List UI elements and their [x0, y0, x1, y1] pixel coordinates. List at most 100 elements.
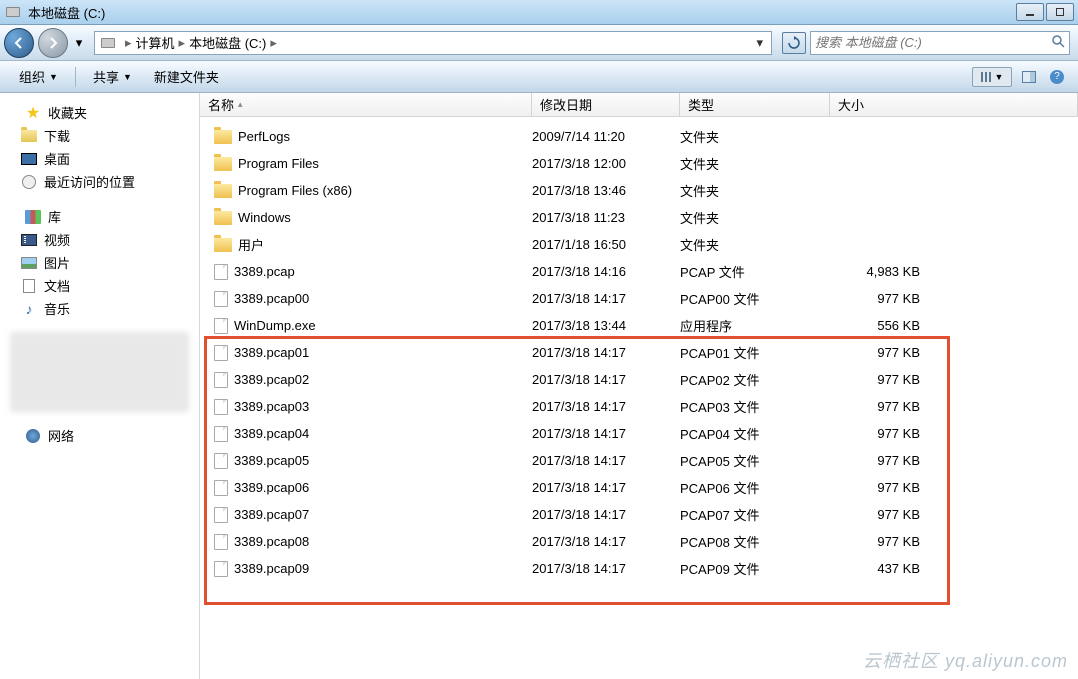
file-row[interactable]: 3389.pcap032017/3/18 14:17PCAP03 文件977 K…: [200, 393, 1078, 420]
file-row[interactable]: 用户2017/1/18 16:50文件夹: [200, 231, 1078, 258]
file-type: PCAP05 文件: [680, 451, 830, 470]
sidebar-item-desktop[interactable]: 桌面: [0, 147, 199, 170]
file-icon: [214, 291, 228, 307]
view-options[interactable]: ▼: [972, 67, 1012, 87]
blurred-content: [10, 332, 189, 412]
search-input[interactable]: [815, 35, 1051, 50]
file-type: 文件夹: [680, 208, 830, 227]
file-name: Program Files: [238, 156, 319, 171]
file-icon: [214, 507, 228, 523]
column-header-type[interactable]: 类型: [680, 93, 830, 116]
file-size: 977 KB: [830, 426, 940, 441]
sidebar-network-header[interactable]: 网络: [0, 424, 199, 447]
file-row[interactable]: 3389.pcap062017/3/18 14:17PCAP06 文件977 K…: [200, 474, 1078, 501]
file-icon: [214, 561, 228, 577]
file-type: 文件夹: [680, 235, 830, 254]
file-icon: [214, 534, 228, 550]
chevron-right-icon[interactable]: ▸: [123, 35, 134, 51]
sidebar-item-label: 文档: [44, 276, 70, 295]
sidebar-item-label: 视频: [44, 230, 70, 249]
organize-button[interactable]: 组织 ▼: [10, 63, 67, 90]
file-row[interactable]: 3389.pcap2017/3/18 14:16PCAP 文件4,983 KB: [200, 258, 1078, 285]
file-row[interactable]: 3389.pcap082017/3/18 14:17PCAP08 文件977 K…: [200, 528, 1078, 555]
file-date: 2017/3/18 14:17: [532, 480, 680, 495]
chevron-down-icon: ▼: [123, 72, 132, 82]
file-date: 2017/3/18 13:44: [532, 318, 680, 333]
column-header-name[interactable]: 名称 ▴: [200, 93, 532, 116]
file-row[interactable]: Program Files (x86)2017/3/18 13:46文件夹: [200, 177, 1078, 204]
command-toolbar: 组织 ▼ 共享 ▼ 新建文件夹 ▼ ?: [0, 61, 1078, 93]
sidebar-libraries-header[interactable]: 库: [0, 205, 199, 228]
file-row[interactable]: 3389.pcap072017/3/18 14:17PCAP07 文件977 K…: [200, 501, 1078, 528]
file-icon: [214, 453, 228, 469]
sidebar-item-downloads[interactable]: 下载: [0, 124, 199, 147]
breadcrumb-drive[interactable]: 本地磁盘 (C:): [189, 33, 266, 52]
column-header-date[interactable]: 修改日期: [532, 93, 680, 116]
search-icon: [1051, 34, 1065, 51]
file-name: 3389.pcap01: [234, 345, 309, 360]
sidebar-item-music[interactable]: ♪ 音乐: [0, 297, 199, 320]
file-row[interactable]: 3389.pcap052017/3/18 14:17PCAP05 文件977 K…: [200, 447, 1078, 474]
file-row[interactable]: Program Files2017/3/18 12:00文件夹: [200, 150, 1078, 177]
file-date: 2017/3/18 14:17: [532, 534, 680, 549]
address-bar[interactable]: ▸ 计算机 ▸ 本地磁盘 (C:) ▸ ▾: [94, 31, 772, 55]
file-row[interactable]: WinDump.exe2017/3/18 13:44应用程序556 KB: [200, 312, 1078, 339]
file-icon: [214, 264, 228, 280]
minimize-button[interactable]: [1016, 3, 1044, 21]
chevron-right-icon[interactable]: ▸: [268, 35, 279, 51]
refresh-button[interactable]: [782, 32, 806, 54]
file-row[interactable]: 3389.pcap002017/3/18 14:17PCAP00 文件977 K…: [200, 285, 1078, 312]
chevron-right-icon[interactable]: ▸: [177, 35, 188, 51]
file-row[interactable]: 3389.pcap092017/3/18 14:17PCAP09 文件437 K…: [200, 555, 1078, 582]
help-button[interactable]: ?: [1046, 67, 1068, 87]
file-size: 556 KB: [830, 318, 940, 333]
search-box[interactable]: [810, 31, 1070, 55]
file-row[interactable]: 3389.pcap042017/3/18 14:17PCAP04 文件977 K…: [200, 420, 1078, 447]
file-date: 2017/3/18 12:00: [532, 156, 680, 171]
file-row[interactable]: Windows2017/3/18 11:23文件夹: [200, 204, 1078, 231]
file-size: 977 KB: [830, 372, 940, 387]
libraries-label: 库: [48, 207, 61, 226]
maximize-button[interactable]: [1046, 3, 1074, 21]
preview-pane-button[interactable]: [1018, 67, 1040, 87]
sidebar-favorites-header[interactable]: ★ 收藏夹: [0, 101, 199, 124]
navigation-pane: ★ 收藏夹 下载 桌面 最近访问的位置 库: [0, 93, 200, 679]
folder-icon: [214, 211, 232, 225]
file-type: PCAP00 文件: [680, 289, 830, 308]
column-header-size[interactable]: 大小: [830, 93, 1078, 116]
sidebar-item-label: 桌面: [44, 149, 70, 168]
share-button[interactable]: 共享 ▼: [84, 63, 141, 90]
history-dropdown[interactable]: ▾: [72, 28, 86, 58]
sidebar-item-pictures[interactable]: 图片: [0, 251, 199, 274]
file-type: 文件夹: [680, 127, 830, 146]
file-date: 2017/3/18 14:17: [532, 507, 680, 522]
sidebar-item-documents[interactable]: 文档: [0, 274, 199, 297]
newfolder-button[interactable]: 新建文件夹: [145, 63, 228, 90]
file-name: 3389.pcap07: [234, 507, 309, 522]
back-button[interactable]: [4, 28, 34, 58]
file-date: 2017/3/18 14:16: [532, 264, 680, 279]
file-date: 2009/7/14 11:20: [532, 129, 680, 144]
file-name: 3389.pcap06: [234, 480, 309, 495]
folder-icon: [214, 130, 232, 144]
star-icon: ★: [24, 105, 42, 121]
forward-button[interactable]: [38, 28, 68, 58]
file-row[interactable]: PerfLogs2009/7/14 11:20文件夹: [200, 123, 1078, 150]
file-row[interactable]: 3389.pcap012017/3/18 14:17PCAP01 文件977 K…: [200, 339, 1078, 366]
drive-icon: [4, 4, 22, 20]
file-type: PCAP03 文件: [680, 397, 830, 416]
file-date: 2017/3/18 14:17: [532, 399, 680, 414]
column-label: 名称: [208, 95, 234, 114]
file-row[interactable]: 3389.pcap022017/3/18 14:17PCAP02 文件977 K…: [200, 366, 1078, 393]
file-size: 977 KB: [830, 399, 940, 414]
picture-icon: [20, 255, 38, 271]
sidebar-item-recent[interactable]: 最近访问的位置: [0, 170, 199, 193]
sidebar-item-label: 音乐: [44, 299, 70, 318]
downloads-icon: [20, 128, 38, 144]
sidebar-item-videos[interactable]: 视频: [0, 228, 199, 251]
folder-icon: [214, 157, 232, 171]
library-icon: [24, 209, 42, 225]
address-dropdown[interactable]: ▾: [752, 35, 767, 51]
breadcrumb-computer[interactable]: 计算机: [136, 33, 175, 52]
file-icon: [214, 345, 228, 361]
